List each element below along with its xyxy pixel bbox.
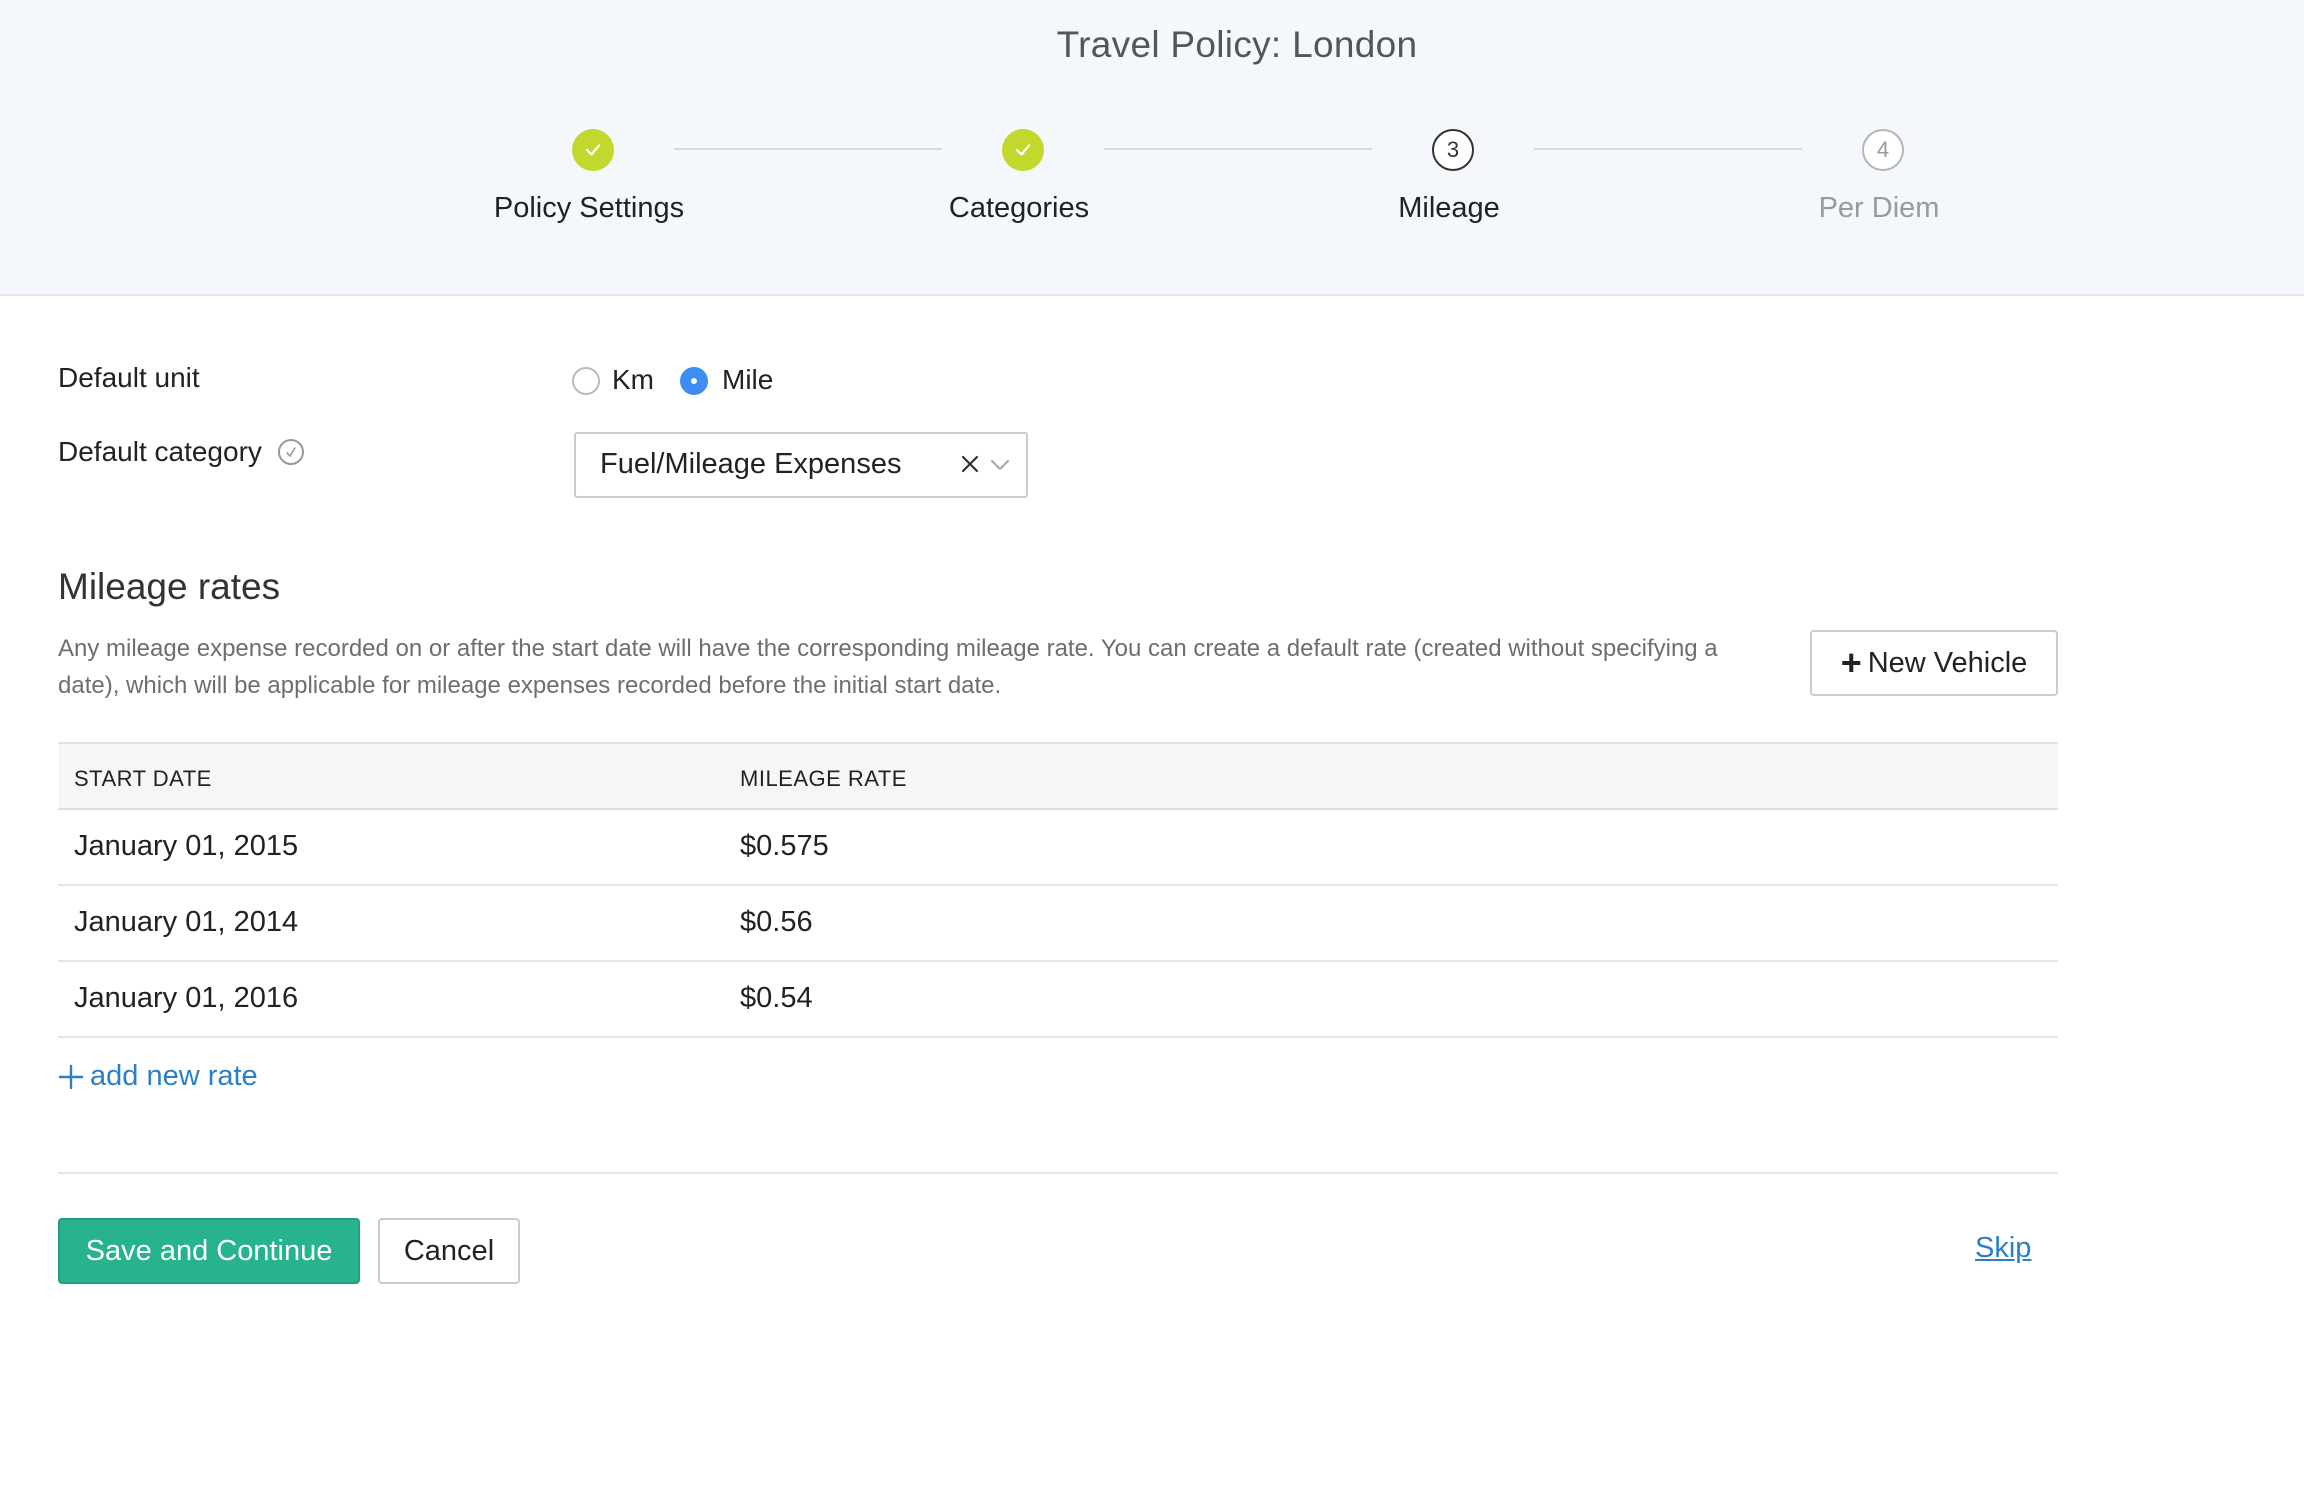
default-unit-label: Default unit [58, 362, 200, 393]
mileage-rates-table: START DATE MILEAGE RATE January 01, 2015… [58, 742, 2058, 1038]
step-3-number[interactable]: 3 [1432, 129, 1474, 171]
page-title: Travel Policy: London [1056, 24, 1418, 65]
rate-cell: $0.56 [740, 906, 813, 938]
step-2-label[interactable]: Categories [839, 192, 1199, 225]
check-icon [585, 144, 601, 156]
default-category-select[interactable]: Fuel/Mileage Expenses [574, 432, 1028, 498]
cancel-button[interactable]: Cancel [378, 1218, 520, 1284]
start-date-cell: January 01, 2016 [74, 982, 299, 1014]
step-connector [674, 148, 942, 150]
rate-cell: $0.54 [740, 982, 813, 1014]
wizard-header: Travel Policy: London Policy Settings Ca… [0, 0, 2304, 296]
skip-link[interactable]: Skip [1975, 1232, 2031, 1265]
step-2-check-icon[interactable] [1002, 129, 1044, 171]
divider [58, 1172, 2058, 1174]
table-row[interactable]: January 01, 2016 $0.54 [58, 962, 2058, 1038]
step-4-number[interactable]: 4 [1862, 129, 1904, 171]
default-category-row: Default category [58, 436, 304, 468]
column-header-mileage-rate: MILEAGE RATE [740, 766, 907, 791]
table-header: START DATE MILEAGE RATE [58, 742, 2058, 810]
help-icon[interactable] [277, 438, 304, 465]
radio-mile[interactable] [680, 367, 708, 395]
check-icon [1015, 144, 1031, 156]
default-category-label: Default category [58, 436, 262, 467]
step-1-label[interactable]: Policy Settings [409, 192, 769, 225]
clear-icon[interactable] [960, 454, 980, 474]
radio-km-label[interactable]: Km [612, 364, 654, 396]
save-and-continue-button[interactable]: Save and Continue [58, 1218, 360, 1284]
step-connector [1534, 148, 1802, 150]
step-connector [1104, 148, 1372, 150]
step-4-label[interactable]: Per Diem [1699, 192, 2059, 225]
radio-mile-label[interactable]: Mile [722, 364, 773, 396]
section-description: Any mileage expense recorded on or after… [58, 635, 1718, 699]
start-date-cell: January 01, 2014 [74, 906, 299, 938]
plus-icon [58, 1064, 84, 1089]
add-new-rate-link[interactable]: add new rate [58, 1060, 258, 1093]
chevron-down-icon[interactable] [990, 458, 1010, 472]
add-new-rate-label: add new rate [90, 1060, 258, 1092]
new-vehicle-label: New Vehicle [1867, 646, 2028, 679]
start-date-cell: January 01, 2015 [74, 830, 299, 862]
rate-cell: $0.575 [740, 830, 829, 862]
step-1-check-icon[interactable] [572, 129, 614, 171]
radio-km[interactable] [572, 367, 600, 395]
section-title: Mileage rates [58, 566, 281, 607]
new-vehicle-button[interactable]: + New Vehicle [1810, 630, 2058, 696]
select-value: Fuel/Mileage Expenses [600, 448, 902, 480]
step-3-label[interactable]: Mileage [1269, 192, 1629, 225]
column-header-start-date: START DATE [74, 766, 212, 791]
plus-icon: + [1840, 642, 1862, 683]
table-row[interactable]: January 01, 2015 $0.575 [58, 810, 2058, 886]
table-row[interactable]: January 01, 2014 $0.56 [58, 886, 2058, 962]
